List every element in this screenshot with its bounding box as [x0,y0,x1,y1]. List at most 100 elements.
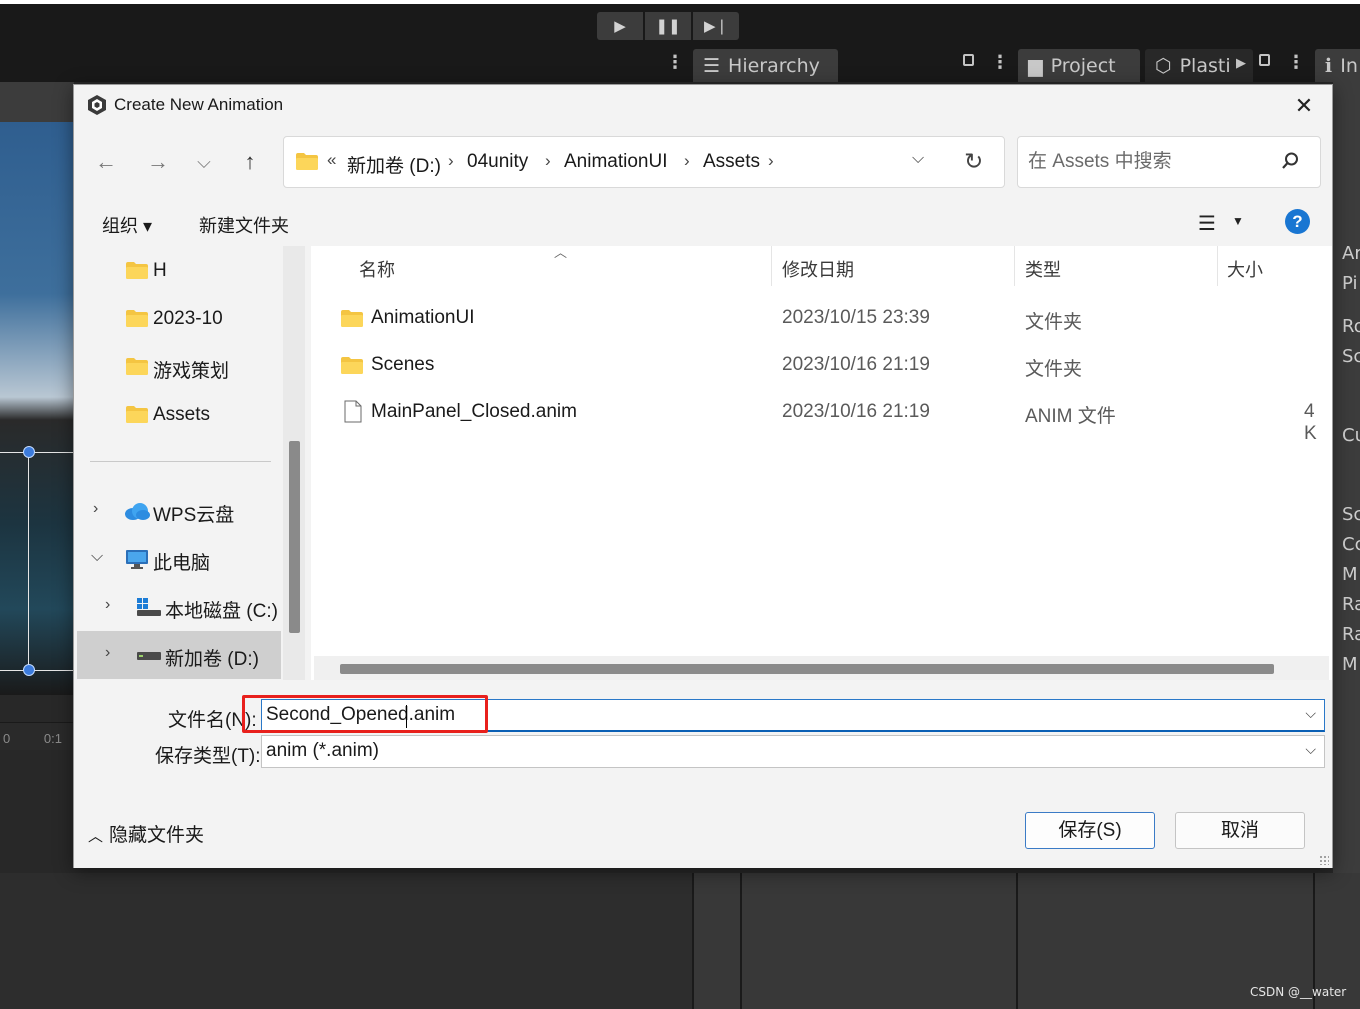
horizontal-scrollbar[interactable] [314,656,1329,680]
refresh-icon[interactable]: ↻ [964,148,983,175]
play-button[interactable]: ▶ [597,12,643,40]
help-button[interactable]: ? [1285,209,1310,234]
back-button[interactable]: ← [90,148,122,176]
tab-project-label: Project [1050,54,1116,77]
folder-icon [126,262,148,279]
view-options-icon[interactable]: ☰ [1198,211,1216,236]
chevron-down-icon[interactable]: ⌵ [1305,741,1316,758]
unity-lower-panels [0,873,1360,1009]
dialog-titlebar[interactable]: Create New Animation ✕ [74,85,1332,126]
chevron-right-icon[interactable]: › [93,500,98,518]
chevron-down-icon[interactable]: ▼ [1232,214,1244,228]
inspector-label: Pi [1342,273,1358,294]
filetype-select[interactable]: anim (*.anim) ⌵ [261,735,1325,768]
sidebar-item-drive-d[interactable]: › 新加卷 (D:) [74,637,284,673]
up-button[interactable]: ↑ [234,148,266,176]
breadcrumb-item[interactable]: 04unity [467,151,528,173]
sidebar-item-label: 游戏策划 [153,361,230,382]
sidebar-item-label: H [153,260,167,281]
chevron-right-icon[interactable]: › [105,644,110,662]
search-icon[interactable] [1280,151,1300,171]
inspector-label: Ra [1342,624,1360,645]
command-bar: 组织 ▾ 新建文件夹 ☰ ▼ ? [74,198,1332,246]
chevron-right-icon[interactable]: › [768,151,774,171]
rect-edge [0,670,74,671]
divider [90,461,271,462]
recent-locations-button[interactable]: ⌵ [188,148,220,176]
file-row[interactable]: MainPanel_Closed.anim 2023/10/16 21:19 A… [311,390,1332,444]
scrollbar-thumb[interactable] [289,441,300,633]
folder-icon: ▆ [1028,54,1043,77]
tab-hierarchy[interactable]: ☰ Hierarchy [693,49,838,82]
sidebar-item-game-design[interactable]: 游戏策划 [74,349,284,385]
organize-button[interactable]: 组织 ▾ [102,212,152,238]
search-box[interactable] [1017,136,1321,188]
chevron-down-icon[interactable]: ⌵ [912,150,924,168]
rect-handle[interactable] [23,664,35,676]
column-header-date[interactable]: 修改日期 [782,256,854,282]
cancel-button[interactable]: 取消 [1175,812,1305,849]
file-date: 2023/10/15 23:39 [782,307,930,328]
sidebar-item-label: 新加卷 (D:) [165,649,259,670]
sidebar-item-drive-c[interactable]: › 本地磁盘 (C:) [74,589,284,625]
column-header-size[interactable]: 大小 [1227,256,1263,282]
column-header-type[interactable]: 类型 [1025,256,1061,282]
more-menu-icon[interactable]: ⋮ [666,52,684,73]
chevron-down-icon[interactable]: ⌵ [1305,705,1316,722]
watermark: CSDN @__water [1250,985,1347,999]
lock-icon[interactable] [963,54,974,66]
inspector-label: M [1342,654,1358,675]
tab-inspector[interactable]: ℹ In [1315,49,1360,82]
folder-icon [126,358,148,375]
dialog-title: Create New Animation [114,95,284,114]
close-button[interactable]: ✕ [1290,92,1318,120]
timeline-ruler[interactable]: 0 0:1 [0,722,74,750]
sidebar-item-this-pc[interactable]: ⌵ 此电脑 [74,541,284,577]
folder-icon [341,310,363,327]
inspector-label: Ar [1342,243,1360,264]
sidebar-item-h[interactable]: H [74,253,284,289]
breadcrumb-item[interactable]: AnimationUI [564,151,668,173]
save-button[interactable]: 保存(S) [1025,812,1155,849]
lock-icon[interactable] [1259,54,1270,66]
chevron-right-icon[interactable]: › [684,151,690,171]
forward-button[interactable]: → [142,148,174,176]
hide-folders-toggle[interactable]: ︿ 隐藏文件夹 [88,820,204,847]
search-input[interactable] [1028,149,1268,175]
scene-toolbar [0,82,74,122]
chevron-right-icon[interactable]: › [448,151,454,171]
more-menu-icon[interactable]: ⋮ [1287,52,1305,73]
breadcrumb-overflow[interactable]: « [327,150,336,170]
sidebar-item-assets[interactable]: Assets [74,397,284,433]
step-button[interactable]: ▶❘ [693,12,739,40]
folder-icon [341,357,363,374]
rect-handle[interactable] [23,446,35,458]
annotation-highlight-box [242,695,488,733]
chevron-down-icon[interactable]: ⌵ [91,548,103,566]
breadcrumb-item[interactable]: 新加卷 (D:) [347,151,441,178]
address-bar[interactable]: « 新加卷 (D:) › 04unity › AnimationUI › Ass… [283,136,1005,188]
sidebar-item-wps-cloud[interactable]: › WPS云盘 [74,493,284,529]
column-header-name[interactable]: 名称 [359,256,395,282]
file-row[interactable]: AnimationUI 2023/10/15 23:39 文件夹 [311,296,1332,340]
inspector-label: Sc [1342,504,1360,525]
more-menu-icon[interactable]: ⋮ [991,52,1009,73]
breadcrumb-item[interactable]: Assets [703,151,760,173]
sidebar-item-label: 此电脑 [153,553,211,574]
pause-button[interactable]: ❚❚ [645,12,691,40]
play-arrow-icon[interactable]: ▶ [1236,55,1246,71]
resize-grip[interactable] [1319,855,1329,865]
tab-project[interactable]: ▆ Project [1018,49,1140,82]
sidebar-item-label: WPS云盘 [153,505,235,526]
chevron-right-icon[interactable]: › [545,151,551,171]
file-name: MainPanel_Closed.anim [371,401,577,422]
tab-plastic-label: Plasti [1179,54,1231,77]
chevron-up-icon: ︿ [88,828,104,845]
scene-view[interactable] [0,122,74,695]
inspector-label: Sc [1342,346,1360,367]
new-folder-button[interactable]: 新建文件夹 [199,212,289,238]
sidebar-item-2023-10[interactable]: 2023-10 [74,301,284,337]
file-row[interactable]: Scenes 2023/10/16 21:19 文件夹 [311,343,1332,387]
scrollbar-thumb[interactable] [340,664,1274,674]
chevron-right-icon[interactable]: › [105,596,110,614]
